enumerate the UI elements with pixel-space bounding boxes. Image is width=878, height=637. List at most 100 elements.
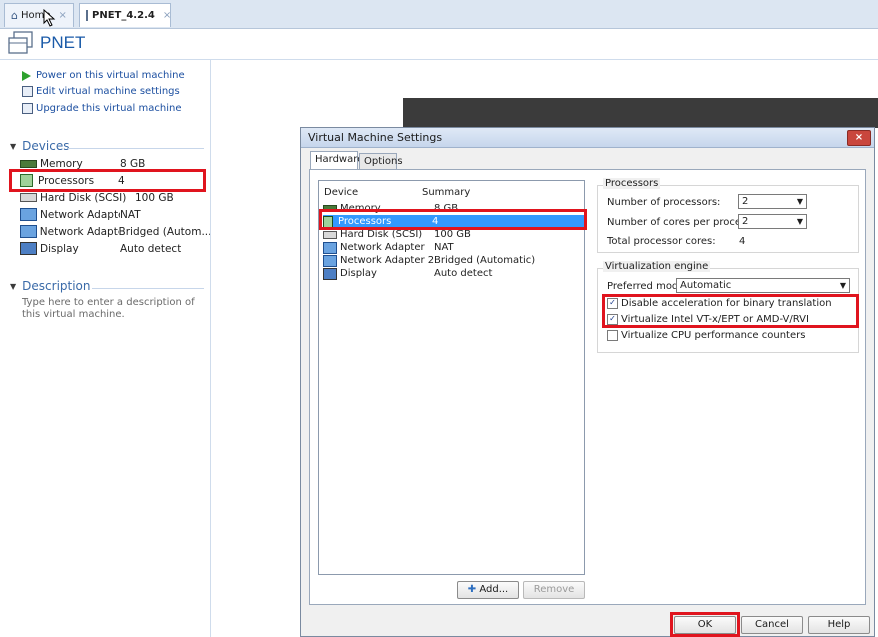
network-icon: [323, 241, 337, 254]
power-on-link[interactable]: Power on this virtual machine: [22, 70, 185, 81]
background-window: [403, 98, 878, 128]
side-marker: [872, 41, 878, 61]
power-on-label: Power on this virtual machine: [36, 70, 185, 81]
tab-bar: ⌂ Home × PNET_4.2.4 ×: [0, 0, 878, 29]
device-name: Display: [40, 242, 79, 255]
network-icon: [20, 225, 37, 238]
cpu-perf-counters-option[interactable]: Virtualize CPU performance counters: [607, 330, 805, 341]
dialog-title: Virtual Machine Settings: [308, 131, 443, 144]
dialog-titlebar[interactable]: Virtual Machine Settings ×: [301, 128, 874, 148]
list-item-display[interactable]: Display Auto detect: [323, 267, 584, 280]
device-name: Memory: [40, 157, 83, 170]
vm-icon: [86, 10, 88, 21]
virtualization-group-title: Virtualization engine: [603, 261, 711, 272]
cursor-icon: [43, 9, 56, 27]
remove-button[interactable]: Remove: [523, 581, 585, 599]
edit-settings-icon: [22, 86, 33, 97]
chevron-down-icon: ▼: [839, 281, 846, 290]
total-cores-value: 4: [739, 236, 746, 247]
close-icon[interactable]: ×: [59, 10, 67, 21]
tab-pnet-label: PNET_4.2.4: [92, 10, 155, 21]
cores-value: 2: [742, 216, 749, 227]
display-icon: [20, 242, 37, 255]
device-row-network-adapter[interactable]: Network Adapter NAT: [20, 206, 210, 223]
edit-settings-label: Edit virtual machine settings: [36, 86, 180, 97]
disk-icon: [323, 230, 337, 239]
chevron-down-icon: ▼: [10, 281, 17, 291]
chevron-down-icon: ▼: [796, 197, 803, 206]
add-hardware-icon: ✚: [467, 584, 477, 595]
num-processors-label: Number of processors:: [607, 197, 721, 208]
list-item-network-adapter-2[interactable]: Network Adapter 2 Bridged (Automatic): [323, 254, 584, 267]
upgrade-label: Upgrade this virtual machine: [36, 103, 182, 114]
add-button-label: Add...: [479, 584, 509, 595]
total-cores-label: Total processor cores:: [607, 236, 716, 247]
device-value: 8 GB: [120, 157, 146, 170]
list-item-device: Network Adapter 2: [340, 255, 434, 266]
close-icon[interactable]: ×: [163, 10, 171, 21]
divider: [92, 288, 204, 289]
page-title: PNET: [40, 33, 86, 52]
tab-hardware[interactable]: Hardware: [310, 151, 363, 170]
list-item-network-adapter[interactable]: Network Adapter NAT: [323, 241, 584, 254]
upgrade-link[interactable]: Upgrade this virtual machine: [22, 103, 181, 114]
play-icon: [22, 70, 31, 81]
column-header-device[interactable]: Device: [324, 187, 358, 198]
vm-header: PNET: [0, 29, 878, 60]
list-item-summary: Auto detect: [434, 268, 493, 279]
vm-settings-dialog: Virtual Machine Settings × Hardware Opti…: [300, 127, 875, 637]
device-value: Bridged (Autom...: [118, 225, 211, 238]
highlight-box: [602, 294, 859, 328]
description-section-toggle[interactable]: ▼ Description: [10, 279, 91, 293]
highlight-box: [670, 612, 740, 637]
device-value: Auto detect: [120, 242, 182, 255]
list-item-summary: Bridged (Automatic): [434, 255, 536, 266]
cancel-button[interactable]: Cancel: [741, 616, 803, 634]
cpu-perf-counters-checkbox[interactable]: [607, 330, 618, 341]
tab-options[interactable]: Options: [359, 153, 403, 170]
upgrade-icon: [22, 103, 33, 114]
disk-icon: [20, 193, 37, 202]
divider: [68, 148, 204, 149]
tab-pnet[interactable]: PNET_4.2.4 ×: [79, 3, 171, 27]
device-list[interactable]: Device Summary Memory 8 GB Processors 4 …: [318, 180, 585, 575]
cpu-perf-counters-label: Virtualize CPU performance counters: [621, 330, 806, 341]
vm-icon: [8, 31, 33, 54]
description-heading: Description: [22, 279, 91, 293]
close-button[interactable]: ×: [847, 130, 871, 146]
num-processors-select[interactable]: 2 ▼: [738, 194, 807, 209]
preferred-mode-value: Automatic: [680, 280, 732, 291]
processors-group-title: Processors: [603, 178, 661, 189]
list-item-device: Display: [340, 268, 377, 279]
device-value: NAT: [120, 208, 141, 221]
display-icon: [323, 267, 337, 280]
column-header-summary[interactable]: Summary: [422, 187, 470, 198]
list-item-summary: 100 GB: [434, 229, 471, 240]
device-name: Network Adapte...: [39, 225, 119, 238]
list-item-device: Network Adapter: [340, 242, 425, 253]
chevron-down-icon: ▼: [796, 217, 803, 226]
device-name: Hard Disk (SCSI): [40, 191, 127, 204]
devices-section-toggle[interactable]: ▼ Devices: [10, 139, 69, 153]
list-item-summary: NAT: [434, 242, 454, 253]
edit-settings-link[interactable]: Edit virtual machine settings: [22, 86, 180, 97]
num-processors-value: 2: [742, 196, 749, 207]
device-row-network-adapter-2[interactable]: Network Adapte... Bridged (Autom...: [20, 223, 210, 240]
memory-icon: [20, 159, 37, 168]
tab-home[interactable]: ⌂ Home ×: [4, 3, 74, 27]
list-item-device: Hard Disk (SCSI): [340, 229, 423, 240]
device-value: 100 GB: [135, 191, 174, 204]
home-icon: ⌂: [11, 9, 18, 22]
devices-heading: Devices: [22, 139, 70, 153]
highlight-box: [319, 209, 587, 230]
add-button[interactable]: ✚ Add...: [457, 581, 519, 599]
device-name: Network Adapter: [40, 208, 120, 221]
chevron-down-icon: ▼: [10, 141, 17, 151]
help-button[interactable]: Help: [808, 616, 870, 634]
preferred-mode-select[interactable]: Automatic ▼: [676, 278, 850, 293]
cores-select[interactable]: 2 ▼: [738, 214, 807, 229]
highlight-box: [9, 169, 206, 192]
vm-summary-panel: Power on this virtual machine Edit virtu…: [0, 60, 211, 637]
description-input[interactable]: Type here to enter a description of this…: [22, 297, 202, 321]
device-row-display[interactable]: Display Auto detect: [20, 240, 210, 257]
